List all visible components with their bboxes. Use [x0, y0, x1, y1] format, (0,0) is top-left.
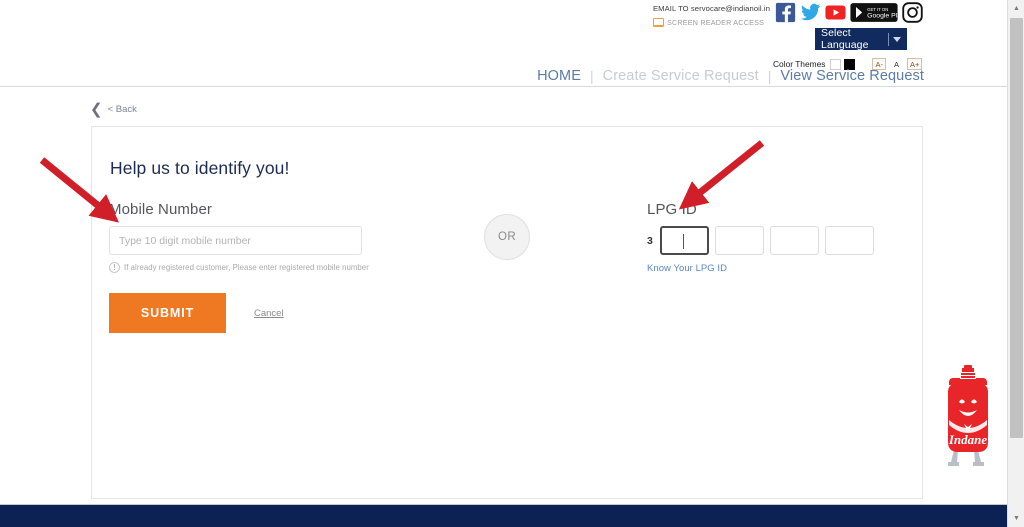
lpg-id-label: LPG ID	[647, 201, 697, 218]
exclamation-circle-icon: !	[109, 262, 120, 273]
monitor-icon	[653, 18, 664, 27]
mascot-brand-text: Indane	[948, 432, 988, 447]
google-play-icon[interactable]: GET IT ON Google Play	[850, 2, 898, 23]
footer-bar	[0, 505, 1024, 527]
nav-divider	[0, 86, 1007, 87]
mobile-number-hint-text: If already registered customer, Please e…	[124, 263, 369, 272]
screen-reader-access-label: SCREEN READER ACCESS	[667, 18, 765, 27]
lpg-id-segment-2[interactable]	[714, 226, 764, 255]
vertical-scrollbar[interactable]: ▲ ▼	[1007, 0, 1024, 527]
lpg-id-prefix: 3	[647, 234, 653, 247]
submit-button[interactable]: SUBMIT	[109, 293, 226, 333]
nav-separator: |	[767, 68, 772, 84]
scrollbar-thumb[interactable]	[1010, 18, 1023, 438]
main-navigation: HOME | Create Service Request | View Ser…	[0, 68, 1007, 86]
lpg-id-segment-1[interactable]	[659, 226, 709, 255]
identify-card: Help us to identify you! Mobile Number !…	[91, 126, 923, 499]
nav-separator: |	[589, 68, 594, 84]
chevron-down-icon	[893, 36, 901, 42]
mobile-number-label: Mobile Number	[109, 201, 213, 218]
mobile-number-input[interactable]	[109, 226, 362, 255]
know-your-lpg-id-link[interactable]: Know Your LPG ID	[647, 263, 874, 274]
page-title: Help us to identify you!	[110, 158, 290, 178]
or-divider: OR	[484, 214, 530, 260]
back-link-label: < Back	[107, 104, 137, 115]
triangle-down-icon[interactable]: ▼	[1008, 510, 1024, 527]
facebook-icon[interactable]	[775, 2, 796, 23]
youtube-icon[interactable]	[825, 2, 846, 23]
email-to-text: EMAIL TO servocare@indianoil.in	[653, 4, 771, 13]
svg-text:Google Play: Google Play	[867, 13, 898, 20]
lpg-id-segment-4[interactable]	[824, 226, 874, 255]
indane-cylinder-mascot: Indane	[948, 365, 988, 466]
select-language-label: Select Language	[821, 27, 869, 51]
chevron-left-icon: ❮	[90, 101, 103, 118]
select-language-dropdown[interactable]: Select Language	[815, 27, 907, 51]
instagram-icon[interactable]	[902, 2, 923, 23]
text-cursor	[682, 234, 684, 249]
triangle-up-icon[interactable]: ▲	[1008, 0, 1024, 17]
twitter-icon[interactable]	[800, 2, 821, 23]
lpg-id-section: LPG ID 3 Know Your LPG ID	[647, 201, 874, 274]
nav-item-home[interactable]: HOME	[537, 68, 581, 84]
social-media-links: GET IT ON Google Play	[775, 2, 923, 23]
nav-item-view-service-request[interactable]: View Service Request	[780, 68, 924, 84]
page-root: EMAIL TO servocare@indianoil.in SCREEN R…	[0, 0, 1024, 527]
screen-reader-access-link[interactable]: SCREEN READER ACCESS	[653, 18, 778, 27]
back-link[interactable]: ❮ < Back	[90, 102, 137, 117]
form-actions: SUBMIT Cancel	[109, 293, 362, 333]
lpg-id-input-group: 3	[647, 226, 874, 255]
language-separator	[888, 32, 889, 46]
mobile-number-hint: ! If already registered customer, Please…	[109, 262, 369, 273]
mobile-number-section: Mobile Number ! If already registered cu…	[109, 201, 369, 333]
email-and-accessibility-block: EMAIL TO servocare@indianoil.in SCREEN R…	[653, 3, 778, 27]
svg-text:GET IT ON: GET IT ON	[867, 7, 888, 12]
lpg-id-segment-3[interactable]	[769, 226, 819, 255]
cancel-link[interactable]: Cancel	[254, 308, 284, 319]
nav-item-create-service-request[interactable]: Create Service Request	[603, 68, 759, 84]
